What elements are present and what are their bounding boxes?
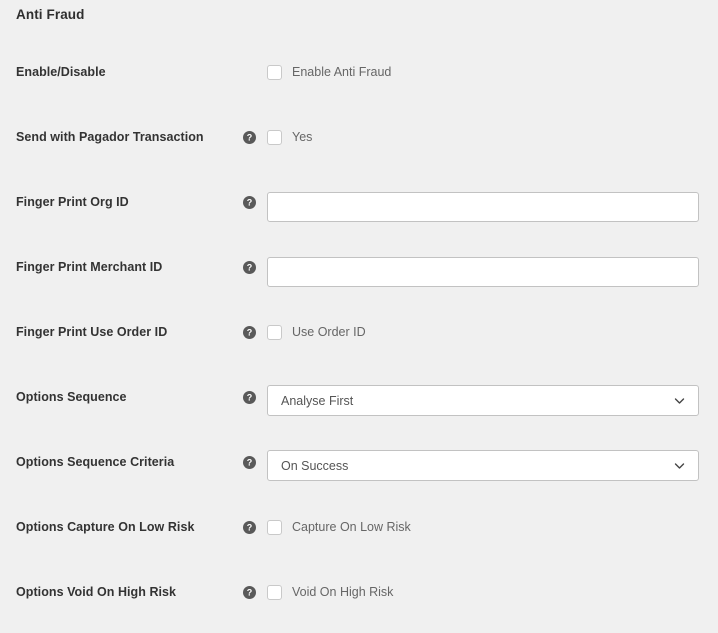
svg-text:?: ?: [247, 458, 253, 468]
checkbox-control[interactable]: Enable Anti Fraud: [267, 62, 391, 82]
svg-text:?: ?: [247, 328, 253, 338]
checkbox-label: Capture On Low Risk: [292, 520, 411, 534]
field-label: Options Sequence Criteria: [16, 455, 175, 469]
text-input-control[interactable]: [267, 257, 699, 287]
anti-fraud-settings-panel: Anti Fraud Enable/Disable Enable Anti Fra…: [0, 0, 718, 633]
field-label: Finger Print Use Order ID: [16, 325, 168, 339]
help-circle-icon[interactable]: ?: [243, 196, 256, 209]
checkbox-icon[interactable]: [267, 324, 282, 340]
checkbox-control[interactable]: Capture On Low Risk: [267, 517, 411, 537]
settings-row: Options Capture On Low Risk? Capture On L…: [0, 507, 718, 572]
settings-row: Finger Print Use Order ID? Use Order ID: [0, 312, 718, 377]
help-circle-icon[interactable]: ?: [243, 521, 256, 534]
field-label: Options Sequence: [16, 390, 127, 404]
select-control[interactable]: On Success: [267, 450, 699, 481]
settings-row: Enable/Disable Enable Anti Fraud: [0, 52, 718, 117]
field-label: Enable/Disable: [16, 65, 106, 79]
section-title: Anti Fraud: [16, 7, 85, 22]
checkbox-label: Void On High Risk: [292, 585, 394, 599]
checkbox-label: Use Order ID: [292, 325, 366, 339]
checkbox-label: Yes: [292, 130, 313, 144]
text-input[interactable]: [267, 192, 699, 222]
settings-row: Options Sequence? Analyse First: [0, 377, 718, 442]
checkbox-control[interactable]: Yes: [267, 127, 312, 147]
chevron-down-icon[interactable]: [673, 459, 686, 472]
field-label: Options Void On High Risk: [16, 585, 177, 599]
checkbox-wrap[interactable]: Enable Anti Fraud: [267, 62, 391, 82]
chevron-down-icon[interactable]: [673, 394, 686, 407]
field-label: Finger Print Merchant ID: [16, 260, 163, 274]
help-circle-icon[interactable]: ?: [243, 261, 256, 274]
svg-text:?: ?: [247, 133, 253, 143]
field-label: Finger Print Org ID: [16, 195, 129, 209]
help-circle-icon[interactable]: ?: [243, 456, 256, 469]
checkbox-control[interactable]: Void On High Risk: [267, 582, 393, 602]
help-circle-icon[interactable]: ?: [243, 131, 256, 144]
text-input[interactable]: [267, 257, 699, 287]
checkbox-wrap[interactable]: Use Order ID: [267, 322, 366, 342]
field-label: Send with Pagador Transaction: [16, 130, 204, 144]
svg-text:?: ?: [247, 198, 253, 208]
checkbox-icon[interactable]: [267, 129, 282, 145]
select-box[interactable]: Analyse First: [267, 385, 699, 416]
select-control[interactable]: Analyse First: [267, 385, 699, 416]
text-input-control[interactable]: [267, 192, 699, 222]
field-label: Options Capture On Low Risk: [16, 520, 195, 534]
settings-row: Options Sequence Criteria? On Success: [0, 442, 718, 507]
checkbox-control[interactable]: Use Order ID: [267, 322, 366, 342]
svg-text:?: ?: [247, 523, 253, 533]
select-box[interactable]: On Success: [267, 450, 699, 481]
checkbox-label: Enable Anti Fraud: [292, 65, 392, 79]
settings-row: Finger Print Merchant ID?: [0, 247, 718, 312]
settings-row: Finger Print Org ID?: [0, 182, 718, 247]
checkbox-wrap[interactable]: Yes: [267, 127, 312, 147]
svg-text:?: ?: [247, 588, 253, 598]
checkbox-icon[interactable]: [267, 519, 282, 535]
help-circle-icon[interactable]: ?: [243, 391, 256, 404]
svg-text:?: ?: [247, 263, 253, 273]
select-value: Analyse First: [281, 393, 354, 408]
checkbox-icon[interactable]: [267, 64, 282, 80]
help-circle-icon[interactable]: ?: [243, 326, 256, 339]
settings-rows: Enable/Disable Enable Anti Fraud Send with…: [0, 52, 718, 633]
select-value: On Success: [281, 458, 349, 473]
settings-row: Send with Pagador Transaction? Yes: [0, 117, 718, 182]
checkbox-icon[interactable]: [267, 584, 282, 600]
settings-row: Options Void On High Risk? Void On High R…: [0, 572, 718, 633]
checkbox-wrap[interactable]: Capture On Low Risk: [267, 517, 411, 537]
help-circle-icon[interactable]: ?: [243, 586, 256, 599]
svg-text:?: ?: [247, 393, 253, 403]
checkbox-wrap[interactable]: Void On High Risk: [267, 582, 393, 602]
